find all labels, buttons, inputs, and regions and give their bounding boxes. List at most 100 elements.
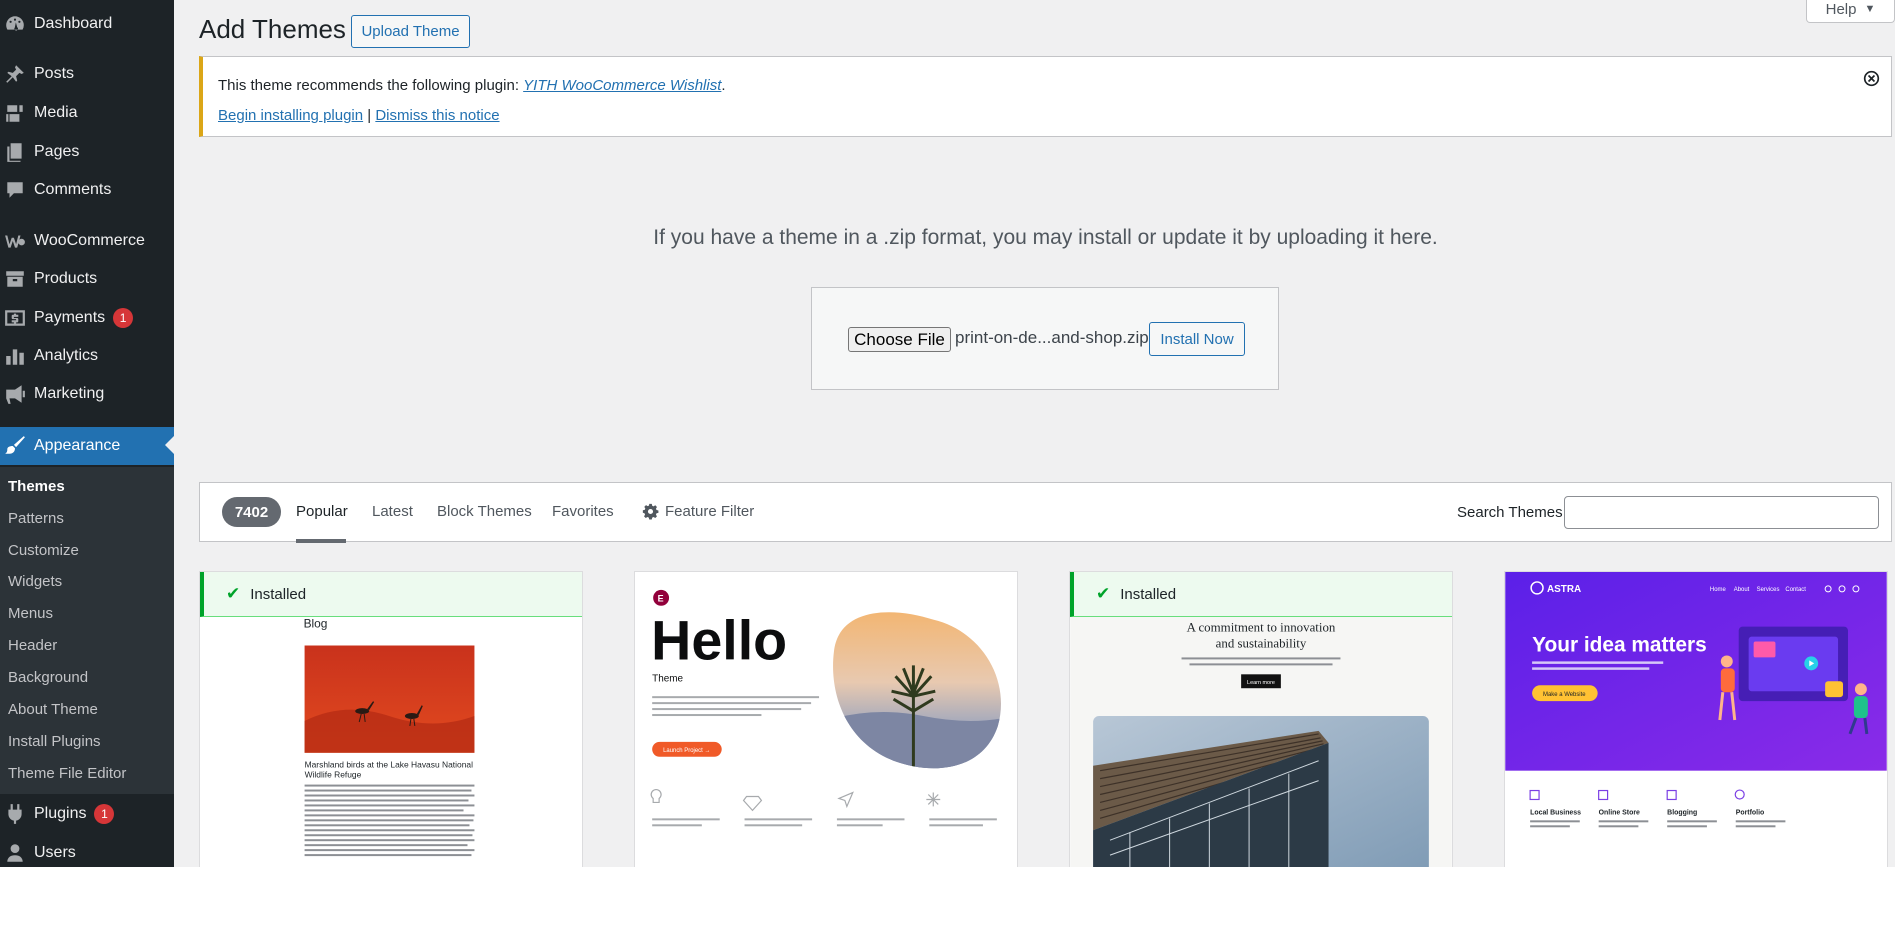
preview-nav-item: Contact <box>1785 587 1806 593</box>
caret-down-icon: ▼ <box>1864 3 1876 15</box>
sidebar-item-label: Appearance <box>34 437 121 454</box>
admin-sidebar: Dashboard Posts Media Pages Comments Woo… <box>0 0 174 867</box>
upload-form: Choose File print-on-de...and-shop.zip I… <box>811 287 1279 390</box>
sidebar-item-label: Plugins 1 <box>34 804 174 824</box>
submenu-item-background[interactable]: Background <box>8 669 88 686</box>
upload-help-text: If you have a theme in a .zip format, yo… <box>653 226 1438 249</box>
plugin-recommendation-notice: This theme recommends the following plug… <box>199 56 1892 137</box>
installed-label: Installed <box>250 585 307 603</box>
appearance-submenu: Themes Patterns Customize Widgets Menus … <box>0 467 174 794</box>
pages-icon <box>0 141 34 163</box>
sidebar-item-label: Analytics <box>34 347 99 364</box>
media-icon <box>0 102 34 124</box>
elementor-logo-letter: E <box>658 593 664 603</box>
bar-chart-icon <box>0 345 34 367</box>
preview-subtitle: Theme <box>652 673 683 684</box>
theme-card[interactable]: ASTRA Home About Services Contact Your i… <box>1504 571 1888 867</box>
wp-admin-viewport: Dashboard Posts Media Pages Comments Woo… <box>0 0 1895 867</box>
update-count-badge: 1 <box>94 804 115 824</box>
installed-indicator: ✔ Installed <box>200 572 582 617</box>
help-button[interactable]: Help ▼ <box>1806 0 1895 23</box>
link-separator: | <box>363 107 376 124</box>
preview-hello-title: Hello <box>651 609 787 671</box>
preview-launch-button: Launch Project → <box>663 748 710 754</box>
feature-filter-button[interactable]: Feature Filter <box>642 503 754 520</box>
begin-installing-link[interactable]: Begin installing plugin <box>218 107 363 124</box>
preview-feature-title: Online Store <box>1599 809 1640 816</box>
sidebar-item-pages[interactable]: Pages <box>0 134 174 170</box>
comment-icon <box>0 179 34 201</box>
submenu-item-about-theme[interactable]: About Theme <box>8 701 98 718</box>
checkmark-icon: ✔ <box>226 584 241 603</box>
preview-nav-item: About <box>1734 587 1750 593</box>
selected-file-name: print-on-de...and-shop.zip <box>955 328 1149 347</box>
submenu-item-install-plugins[interactable]: Install Plugins <box>8 733 101 750</box>
theme-card[interactable]: E Hello Theme Launch Project → <box>634 571 1018 867</box>
submenu-item-theme-file-editor[interactable]: Theme File Editor <box>8 765 126 782</box>
paintbrush-icon <box>0 435 34 457</box>
megaphone-icon <box>0 383 34 405</box>
tab-popular[interactable]: Popular <box>296 503 348 520</box>
theme-filter-bar: 7402 Popular Latest Block Themes Favorit… <box>199 482 1892 543</box>
theme-card[interactable]: A commitment to innovation and sustainab… <box>1069 571 1453 867</box>
upload-theme-button[interactable]: Upload Theme <box>351 15 470 48</box>
preview-make-website-button: Make a Website <box>1543 692 1586 698</box>
empty-area <box>0 867 1895 927</box>
sidebar-item-label: WooCommerce <box>34 232 145 249</box>
page-title: Add Themes <box>199 14 346 44</box>
close-icon[interactable] <box>1863 70 1880 87</box>
woocommerce-icon <box>0 230 34 252</box>
submenu-item-themes[interactable]: Themes <box>8 478 65 495</box>
snowflake-icon <box>926 792 941 807</box>
sidebar-item-users[interactable]: Users <box>0 835 174 867</box>
preview-feature-title: Local Business <box>1530 809 1581 816</box>
sidebar-item-label: Payments 1 <box>34 308 174 328</box>
sidebar-item-label: Users <box>34 844 76 861</box>
sidebar-item-appearance[interactable]: Appearance <box>0 427 174 465</box>
tab-block-themes[interactable]: Block Themes <box>437 503 532 520</box>
payments-icon <box>0 307 34 329</box>
submenu-item-widgets[interactable]: Widgets <box>8 573 62 590</box>
sidebar-item-analytics[interactable]: Analytics <box>0 338 174 374</box>
preview-learn-more-button: Learn more <box>1247 680 1275 686</box>
sidebar-item-label-text: Payments <box>34 309 106 326</box>
search-themes-input[interactable] <box>1564 496 1879 529</box>
checkmark-icon: ✔ <box>1096 584 1111 603</box>
sidebar-item-comments[interactable]: Comments <box>0 172 174 208</box>
submenu-item-customize[interactable]: Customize <box>8 542 79 559</box>
notice-period: . <box>721 77 726 94</box>
preview-caption-line2: Wildlife Refuge <box>305 770 362 780</box>
feature-filter-label: Feature Filter <box>665 503 755 520</box>
user-icon <box>0 842 34 864</box>
submenu-item-header[interactable]: Header <box>8 637 57 654</box>
preview-feature-title: Blogging <box>1667 809 1697 816</box>
installed-label: Installed <box>1120 585 1177 603</box>
notice-text: This theme recommends the following plug… <box>218 77 524 94</box>
notice-message: This theme recommends the following plug… <box>218 77 726 94</box>
sidebar-item-plugins[interactable]: Plugins 1 <box>0 796 174 832</box>
preview-heading-line2: and sustainability <box>1216 635 1307 650</box>
submenu-item-patterns[interactable]: Patterns <box>8 510 64 527</box>
preview-headline: Your idea matters <box>1532 633 1707 656</box>
dismiss-notice-link[interactable]: Dismiss this notice <box>375 107 499 124</box>
install-now-button[interactable]: Install Now <box>1149 322 1245 356</box>
plugin-link[interactable]: YITH WooCommerce Wishlist <box>523 77 721 94</box>
sidebar-item-dashboard[interactable]: Dashboard <box>0 6 174 42</box>
sidebar-item-payments[interactable]: Payments 1 <box>0 300 174 336</box>
sidebar-item-products[interactable]: Products <box>0 261 174 297</box>
preview-nav-item: Home <box>1710 587 1727 593</box>
tab-favorites[interactable]: Favorites <box>552 503 614 520</box>
sidebar-item-label: Dashboard <box>34 15 113 32</box>
theme-screenshot: E Hello Theme Launch Project → <box>635 572 1017 867</box>
sidebar-item-media[interactable]: Media <box>0 95 174 131</box>
sidebar-item-marketing[interactable]: Marketing <box>0 376 174 412</box>
submenu-item-menus[interactable]: Menus <box>8 605 53 622</box>
sidebar-item-label: Products <box>34 270 98 287</box>
tab-latest[interactable]: Latest <box>372 503 413 520</box>
sidebar-item-posts[interactable]: Posts <box>0 56 174 92</box>
choose-file-button[interactable]: Choose File <box>848 327 951 352</box>
sidebar-item-label: Comments <box>34 181 112 198</box>
sidebar-item-woocommerce[interactable]: WooCommerce <box>0 223 174 259</box>
sidebar-item-label-text: Plugins <box>34 805 87 822</box>
theme-card[interactable]: Blog Marshland birds at the Lake Havasu … <box>199 571 583 867</box>
